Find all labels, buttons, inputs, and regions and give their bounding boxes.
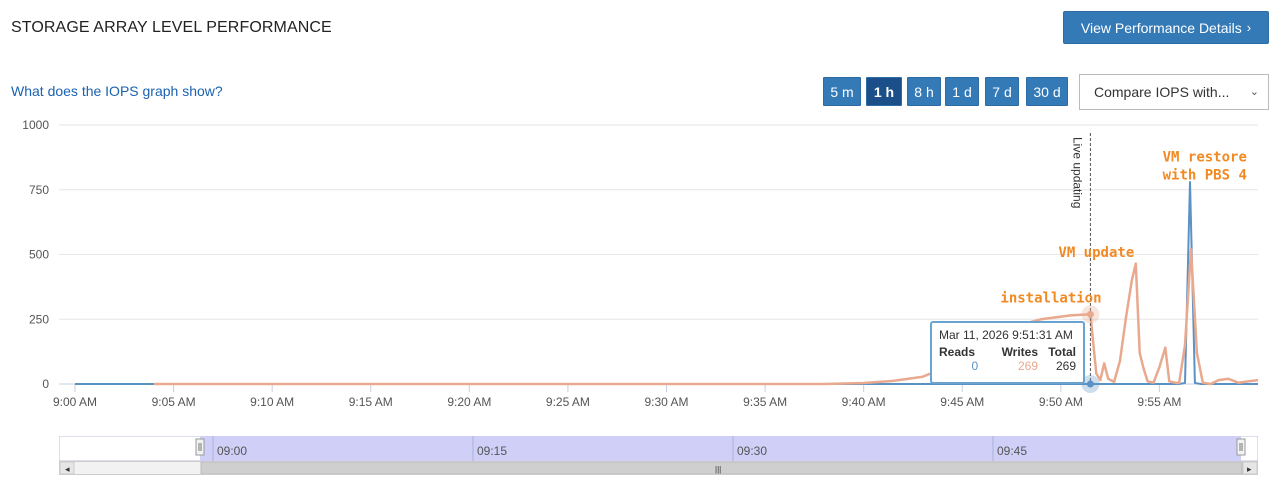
writes-point: [1147, 381, 1148, 382]
navigator-right-handle[interactable]: [1236, 438, 1246, 456]
writes-point: [1165, 347, 1166, 348]
reads-point: [1194, 382, 1195, 383]
writes-point: [1135, 263, 1136, 264]
writes-point: [1238, 382, 1239, 383]
writes-point: [1179, 382, 1180, 383]
live-updating-label: Live updating: [1070, 137, 1084, 208]
iops-chart: 0 250 500 750 1000 9:00 AM 9:05 AM 9:10 AM 9:15 …: [22, 118, 1259, 409]
writes-point: [1185, 345, 1186, 346]
writes-point: [1153, 382, 1154, 383]
scroll-left-icon[interactable]: ◂: [65, 464, 70, 474]
writes-point: [1041, 319, 1042, 320]
x-tick-label: 9:45 AM: [940, 395, 984, 409]
tooltip-value-reads: 0: [971, 359, 979, 373]
x-tick-label: 9:40 AM: [842, 395, 886, 409]
writes-point: [1119, 360, 1120, 361]
navigator-time-label: 09:45: [997, 444, 1027, 458]
x-tick-label: 9:10 AM: [250, 395, 294, 409]
x-tick-label: 9:15 AM: [349, 395, 393, 409]
writes-point: [1139, 352, 1140, 353]
y-tick-label: 0: [42, 377, 49, 391]
writes-point: [1131, 280, 1132, 281]
writes-point: [1196, 352, 1197, 353]
chart-navigator[interactable]: 09:00 09:15 09:30 09:45: [59, 436, 1258, 461]
x-tick-label: 9:30 AM: [644, 395, 688, 409]
navigator-scrollbar[interactable]: ◂ ||| ▸: [59, 461, 1258, 475]
navigator-selection[interactable]: [200, 436, 1241, 461]
writes-point: [1143, 368, 1144, 369]
tooltip-header-total: Total: [1048, 345, 1076, 359]
writes-point: [153, 384, 154, 385]
writes-point: [824, 384, 825, 385]
reads-point: [75, 384, 76, 385]
writes-point: [1108, 378, 1109, 379]
writes-point: [1104, 363, 1105, 364]
tooltip-header-writes: Writes: [1001, 345, 1039, 359]
navigator-left-handle[interactable]: [195, 438, 205, 456]
writes-point: [1100, 380, 1101, 381]
tooltip-date: Mar 11, 2026 9:51:31 AM: [939, 328, 1073, 342]
writes-point: [1125, 317, 1126, 318]
scrollbar-grip-icon: |||: [715, 465, 721, 474]
x-tick-label: 9:55 AM: [1137, 395, 1181, 409]
y-tick-label: 250: [29, 312, 49, 326]
chart-tooltip: Mar 11, 2026 9:51:31 AM Reads Writes Tot…: [930, 321, 1085, 384]
tooltip-value-total: 269: [1055, 359, 1076, 373]
scrollbar-thumb[interactable]: [200, 462, 1243, 474]
navigator-time-label: 09:30: [737, 444, 767, 458]
writes-point: [1202, 382, 1203, 383]
writes-hover-marker: [1086, 310, 1094, 318]
navigator-time-label: 09:00: [217, 444, 247, 458]
writes-point: [1210, 384, 1211, 385]
tooltip-header-reads: Reads: [939, 345, 976, 359]
writes-point: [1175, 382, 1176, 383]
x-tick-label: 9:05 AM: [152, 395, 196, 409]
reads-hover-marker: [1086, 380, 1094, 388]
writes-point: [922, 376, 923, 377]
y-tick-label: 1000: [22, 118, 49, 132]
annotation-label: VM restore: [1163, 149, 1247, 165]
x-tick-label: 9:00 AM: [53, 395, 97, 409]
writes-point: [1169, 381, 1170, 382]
reads-point: [1185, 382, 1186, 383]
x-tick-label: 9:35 AM: [743, 395, 787, 409]
writes-point: [893, 380, 894, 381]
writes-point: [1248, 381, 1249, 382]
y-tick-label: 500: [29, 248, 49, 262]
reads-point: [1258, 384, 1259, 385]
tooltip-table: Reads Writes Total 0 269 269: [939, 345, 1076, 373]
writes-point: [1114, 381, 1115, 382]
scroll-right-icon[interactable]: ▸: [1247, 464, 1252, 474]
writes-point: [1070, 315, 1071, 316]
x-tick-label: 9:50 AM: [1039, 395, 1083, 409]
reads-point: [1200, 384, 1201, 385]
writes-point: [1190, 249, 1191, 250]
y-tick-label: 750: [29, 183, 49, 197]
writes-point: [1218, 380, 1219, 381]
x-tick-label: 9:20 AM: [447, 395, 491, 409]
writes-point: [863, 382, 864, 383]
annotation-label: VM update: [1058, 245, 1134, 261]
writes-point: [1159, 367, 1160, 368]
tooltip-value-writes: 269: [1018, 359, 1039, 373]
annotation-label: installation: [1000, 290, 1101, 306]
writes-point: [1228, 378, 1229, 379]
annotation-label: with PBS 4: [1163, 167, 1247, 183]
navigator-time-label: 09:15: [477, 444, 507, 458]
writes-point: [1258, 380, 1259, 381]
writes-point: [1096, 373, 1097, 374]
x-tick-label: 9:25 AM: [546, 395, 590, 409]
